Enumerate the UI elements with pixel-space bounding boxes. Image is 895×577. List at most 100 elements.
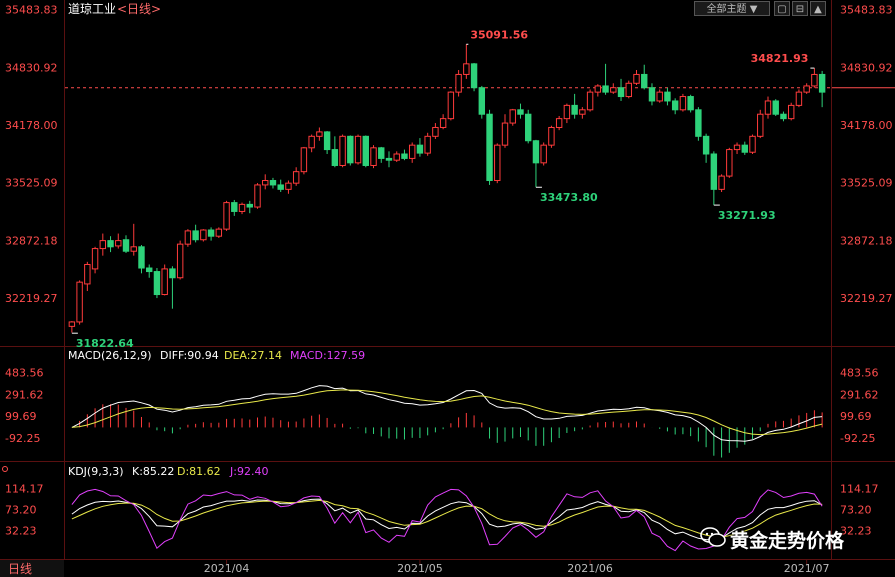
- candle-body: [447, 91, 455, 120]
- candle-body: [153, 271, 161, 296]
- kdj-tick-left: 32.23: [5, 524, 37, 537]
- candle-body: [811, 73, 818, 87]
- macd-macd-value: MACD:127.59: [290, 349, 365, 362]
- period-label: <日线>: [117, 2, 161, 16]
- macd-tick-left: 483.56: [5, 367, 44, 380]
- month-label: 2021/06: [567, 562, 613, 575]
- candle-body: [207, 229, 215, 237]
- candle-body: [509, 109, 516, 124]
- candle-body: [555, 118, 563, 128]
- candle-body: [687, 96, 694, 111]
- candle-body: [238, 203, 246, 212]
- month-label: 2021/05: [397, 562, 443, 575]
- macd-tick-left: 99.69: [5, 410, 37, 423]
- candle-body: [91, 248, 99, 270]
- kdj-d-value: D:81.62: [177, 465, 221, 478]
- window-button-3[interactable]: ▲: [810, 1, 826, 16]
- candle-body: [223, 202, 230, 230]
- candle-body: [130, 246, 137, 252]
- candle-body: [702, 135, 710, 155]
- candle-body: [494, 144, 501, 182]
- kdj-tick-left: 114.17: [5, 483, 44, 496]
- candle-body: [254, 184, 261, 208]
- candle-body: [385, 157, 393, 161]
- watermark-text: 黄金走势价格: [730, 530, 845, 552]
- macd-axis-right: 483.56 291.62 99.69 -92.25: [840, 367, 879, 445]
- price-annotation-low: 33271.93: [718, 209, 776, 222]
- candle-body: [586, 91, 594, 111]
- window-button-2[interactable]: ⊟: [792, 1, 808, 16]
- candle-body: [192, 230, 199, 241]
- macd-axis-left: 483.56 291.62 99.69 -92.25: [5, 367, 44, 445]
- candle-body: [378, 147, 385, 159]
- candle-body: [787, 104, 795, 120]
- window-button-1[interactable]: ▢: [774, 1, 790, 16]
- kdj-indicator-dot: [2, 466, 8, 472]
- candle-body: [184, 230, 192, 245]
- month-label: 2021/07: [784, 562, 830, 575]
- macd-tick-right: 483.56: [840, 367, 879, 380]
- candle-body: [323, 131, 331, 151]
- macd-diff-line: [71, 385, 823, 442]
- macd-dea-line: [71, 389, 823, 436]
- candle-body: [370, 147, 377, 166]
- candle-body: [416, 144, 424, 154]
- instrument-title: 道琼工业: [68, 1, 116, 16]
- price-annotation-high: 35091.56: [470, 28, 528, 41]
- candle-body: [424, 135, 431, 154]
- candlestick-series: [68, 44, 826, 333]
- candle-body: [176, 243, 184, 279]
- kdj-tick-right: 73.20: [840, 504, 872, 517]
- price-axis-right: 35483.83 34830.92 34178.00 33525.09 32872.18…: [840, 4, 893, 306]
- theme-selector-button[interactable]: 全部主题 ▼: [694, 1, 770, 16]
- macd-tick-right: -92.25: [840, 432, 875, 445]
- candle-body: [362, 135, 369, 166]
- candle-body: [625, 82, 632, 98]
- macd-tick-right: 99.69: [840, 410, 872, 423]
- price-tick-left: 34830.92: [5, 61, 58, 74]
- candle-body: [617, 87, 625, 98]
- candle-body: [548, 126, 555, 146]
- kdj-tick-right: 114.17: [840, 483, 879, 496]
- candle-body: [354, 135, 362, 164]
- candle-body: [718, 175, 725, 190]
- candle-body: [277, 184, 284, 190]
- candle-body: [749, 135, 756, 153]
- macd-tick-right: 291.62: [840, 388, 879, 401]
- month-axis: 2021/04 2021/05 2021/06 2021/07: [204, 560, 830, 575]
- candle-body: [200, 229, 207, 241]
- candle-body: [300, 147, 308, 173]
- candle-body: [285, 182, 292, 190]
- candle-body: [656, 91, 663, 102]
- candle-body: [571, 104, 578, 115]
- period-tab[interactable]: 日线: [8, 562, 32, 576]
- kdj-params: KDJ(9,3,3): [68, 465, 124, 478]
- candle-body: [764, 100, 772, 115]
- candle-body: [602, 85, 609, 93]
- dow-jones-daily-chart[interactable]: 道琼工业 <日线> 35483.83 34830.92 34178.00 33525.…: [0, 0, 895, 577]
- candle-body: [439, 118, 447, 128]
- candle-body: [122, 239, 130, 252]
- candle-body: [486, 113, 493, 182]
- candle-body: [84, 263, 91, 285]
- candle-body: [463, 63, 470, 75]
- price-tick-right: 35483.83: [840, 4, 893, 17]
- candle-body: [478, 87, 486, 115]
- price-axis-left: 35483.83 34830.92 34178.00 33525.09 32872.18…: [5, 4, 58, 306]
- candle-body: [269, 180, 277, 186]
- price-tick-left: 35483.83: [5, 4, 58, 17]
- candle-body: [517, 109, 524, 115]
- macd-params: MACD(26,12,9): [68, 349, 152, 362]
- price-annotation-low: 33473.80: [540, 191, 598, 204]
- month-label: 2021/04: [204, 562, 250, 575]
- kdj-tick-right: 32.23: [840, 524, 872, 537]
- kdj-k-value: K:85.22: [132, 465, 174, 478]
- price-tick-right: 32872.18: [840, 234, 893, 247]
- candle-body: [532, 140, 540, 164]
- candle-body: [818, 73, 826, 93]
- candle-body: [246, 203, 253, 208]
- candle-body: [695, 109, 702, 137]
- candle-body: [641, 73, 648, 89]
- candle-body: [408, 144, 416, 159]
- candle-body: [648, 87, 656, 102]
